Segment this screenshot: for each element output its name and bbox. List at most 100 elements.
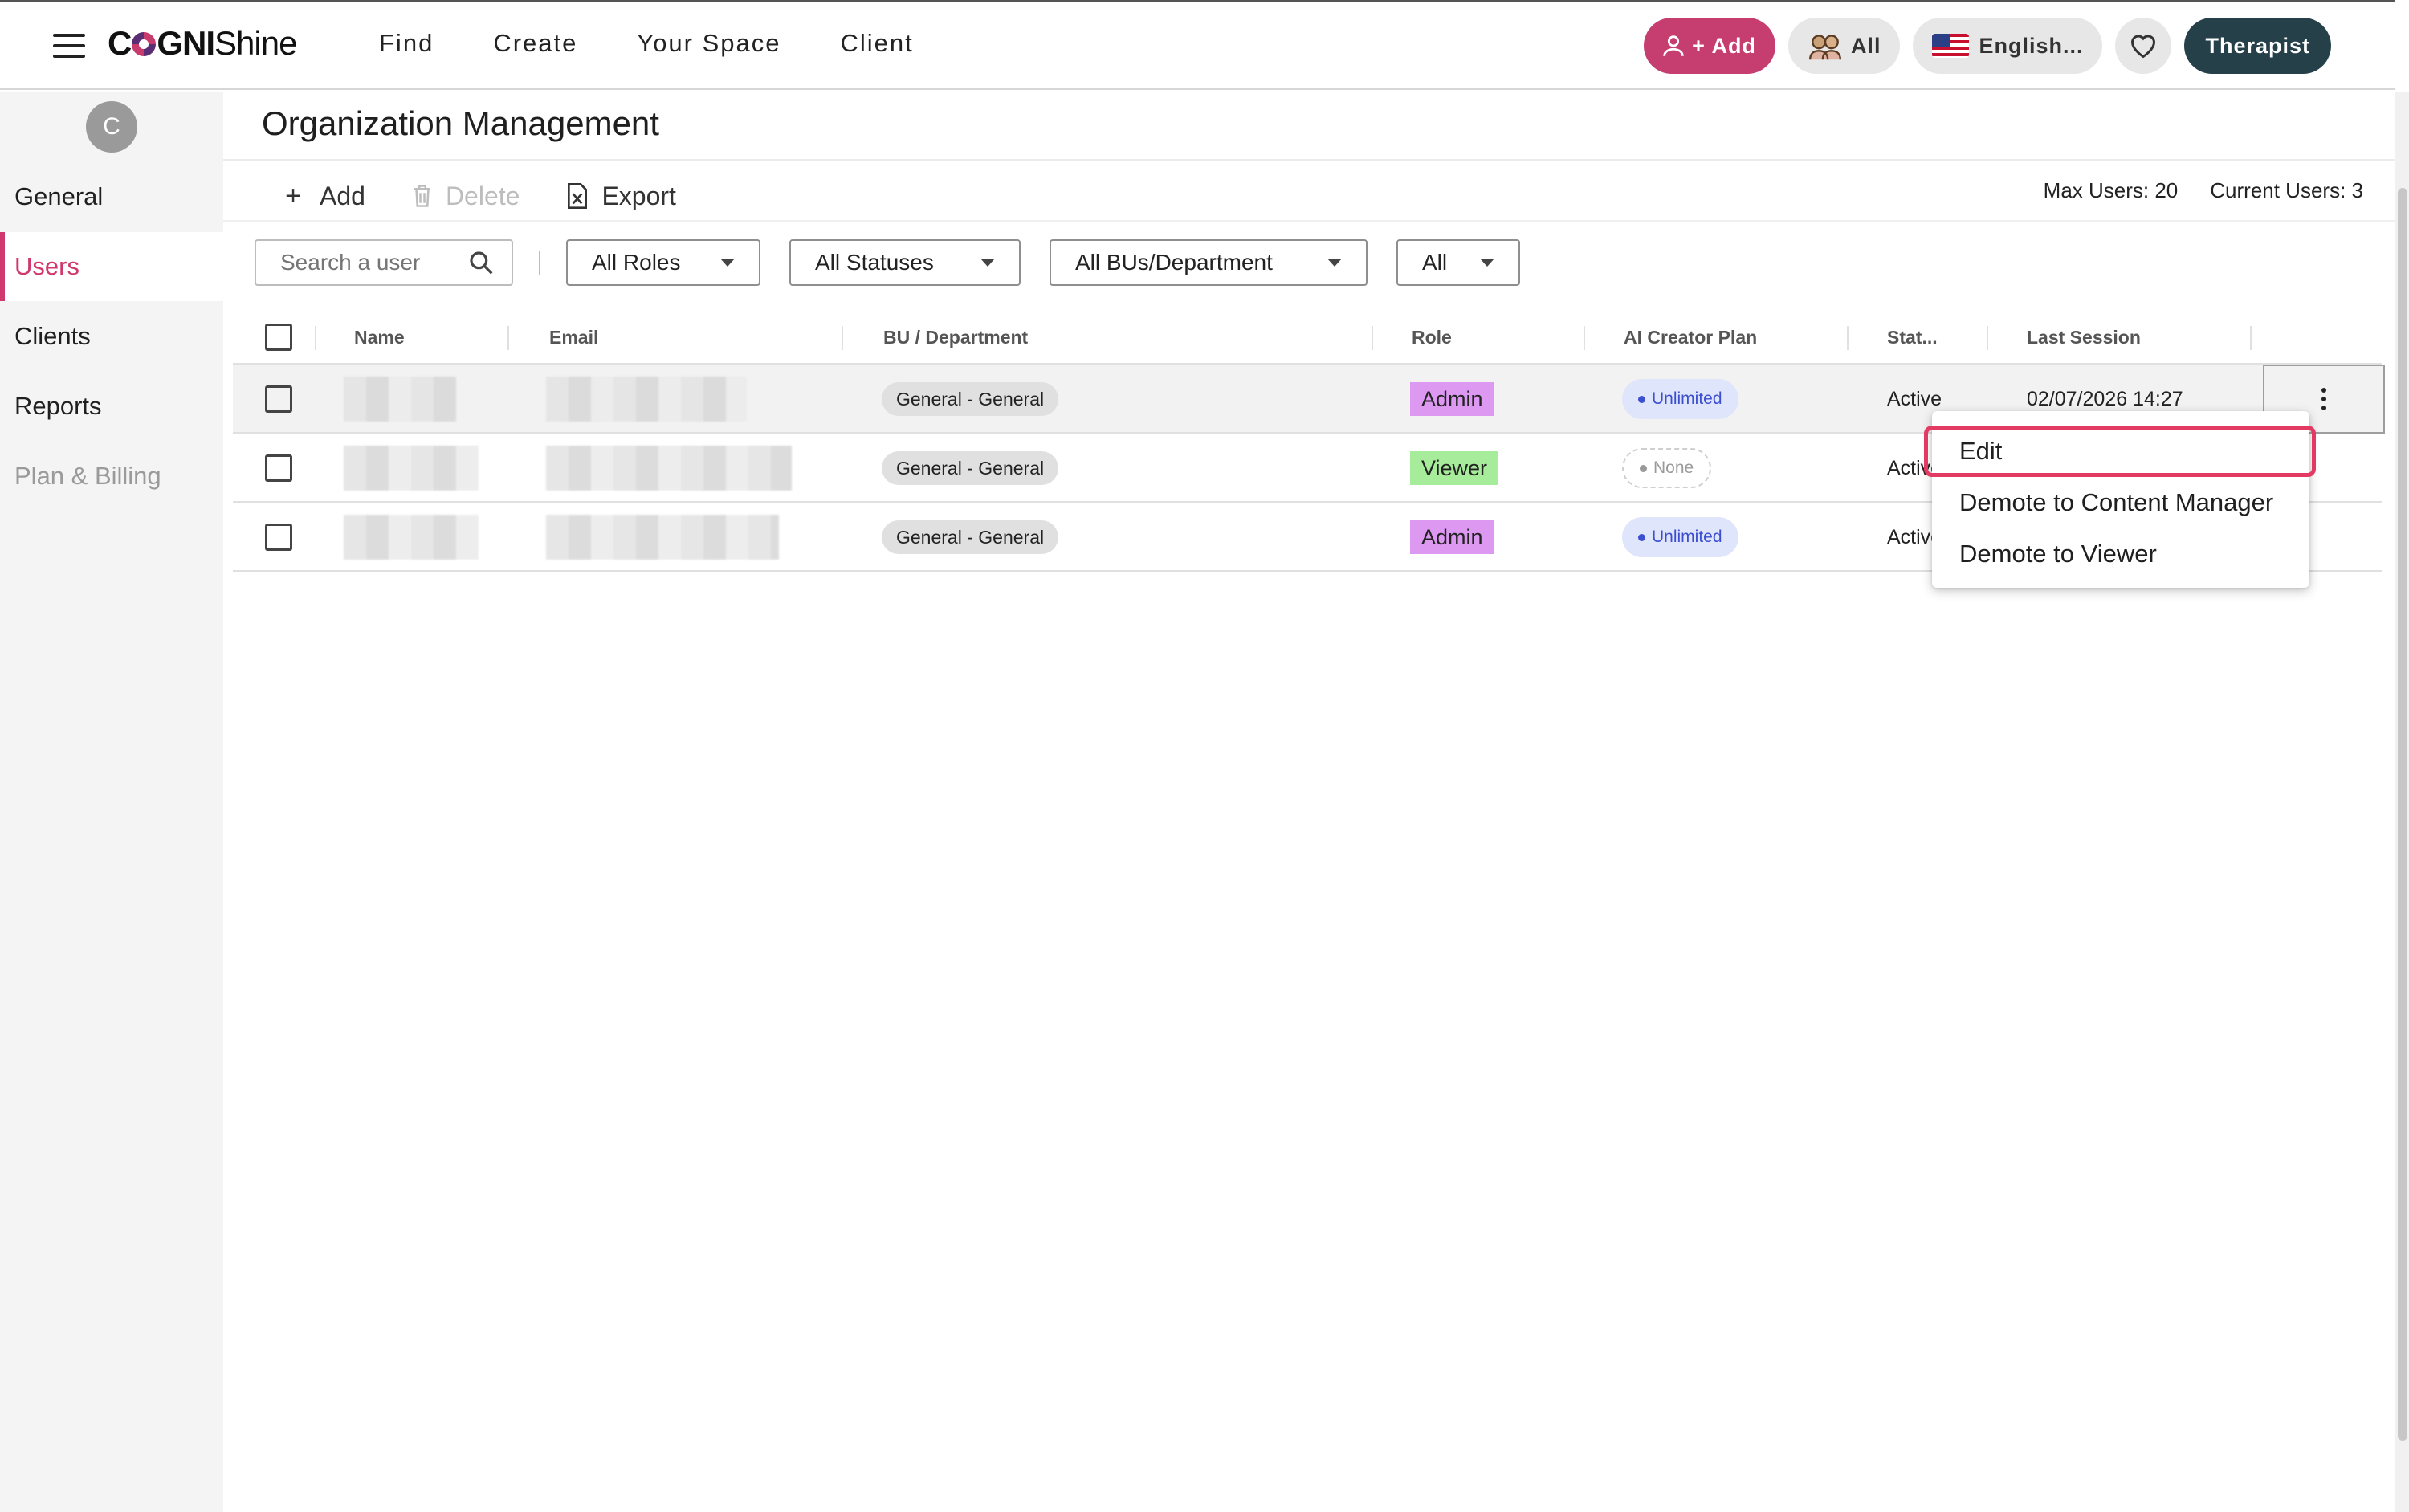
- plan-label: Unlimited: [1652, 528, 1722, 546]
- menu-item-demote-content-manager[interactable]: Demote to Content Manager: [1932, 477, 2309, 528]
- audience-all-button[interactable]: All: [1787, 18, 1901, 74]
- menu-item-edit[interactable]: Edit: [1924, 426, 2316, 477]
- row-checkbox[interactable]: [265, 454, 292, 482]
- column-ai-plan[interactable]: AI Creator Plan: [1624, 310, 1757, 365]
- scrollbar-thumb[interactable]: [2398, 188, 2407, 1441]
- nav-find[interactable]: Find: [379, 29, 434, 58]
- plan-label: Unlimited: [1652, 389, 1722, 408]
- department-filter-value: All BUs/Department: [1075, 250, 1273, 275]
- sidebar-item-reports[interactable]: Reports: [0, 372, 223, 441]
- column-status[interactable]: Stat...: [1887, 310, 1938, 365]
- sidebar-item-general[interactable]: General: [0, 162, 223, 231]
- column-email[interactable]: Email: [549, 310, 598, 365]
- plan-cell: None: [1622, 434, 1712, 503]
- avatar[interactable]: C: [86, 101, 137, 153]
- add-user-button[interactable]: + Add: [279, 181, 365, 212]
- department-cell: General - General: [882, 503, 1059, 572]
- sidebar-item-users[interactable]: Users: [0, 232, 223, 301]
- plus-icon: +: [285, 180, 301, 211]
- excel-file-icon: [568, 183, 588, 209]
- plan-filter-select[interactable]: All: [1396, 239, 1520, 286]
- name-cell: [344, 365, 456, 434]
- select-all-checkbox[interactable]: [265, 324, 292, 351]
- column-divider: [315, 326, 316, 350]
- plan-label: None: [1653, 458, 1694, 477]
- main-nav: Find Create Your Space Client: [379, 29, 914, 58]
- language-selector[interactable]: English...: [1913, 18, 2103, 74]
- scrollbar[interactable]: [2395, 92, 2409, 1512]
- column-divider: [1584, 326, 1585, 350]
- column-name[interactable]: Name: [354, 310, 405, 365]
- department-cell: General - General: [882, 434, 1059, 503]
- trash-icon: [414, 185, 430, 207]
- chevron-down-icon: [1480, 259, 1494, 267]
- heart-icon: [2131, 35, 2156, 59]
- row-checkbox[interactable]: [265, 385, 292, 413]
- row-context-menu: Edit Demote to Content Manager Demote to…: [1924, 411, 2316, 588]
- redacted-name: [344, 377, 456, 422]
- status-dot-icon: [1640, 464, 1647, 472]
- row-checkbox-cell: [265, 434, 292, 503]
- search-input[interactable]: Search a user: [255, 239, 513, 286]
- column-department[interactable]: BU / Department: [883, 310, 1028, 365]
- search-icon[interactable]: [468, 250, 494, 275]
- export-label: Export: [601, 181, 676, 210]
- status-filter-select[interactable]: All Statuses: [789, 239, 1021, 286]
- menu-icon[interactable]: [53, 34, 85, 58]
- logo-prefix: C: [108, 24, 132, 62]
- status-filter-value: All Statuses: [815, 250, 934, 275]
- nav-client[interactable]: Client: [841, 29, 914, 58]
- sidebar-item-plan-billing[interactable]: Plan & Billing: [0, 442, 223, 511]
- filter-separator: [539, 251, 540, 275]
- nav-create[interactable]: Create: [493, 29, 577, 58]
- status-dot-icon: [1638, 395, 1645, 403]
- department-chip: General - General: [882, 520, 1059, 554]
- more-vert-icon[interactable]: [2321, 388, 2326, 410]
- plan-badge: None: [1622, 448, 1712, 488]
- audience-all-label: All: [1850, 33, 1881, 58]
- role-cell: Admin: [1410, 503, 1494, 572]
- language-label: English...: [1979, 33, 2084, 58]
- role-cell: Admin: [1410, 365, 1494, 434]
- add-button[interactable]: + Add: [1644, 18, 1775, 74]
- role-badge: Admin: [1410, 520, 1494, 554]
- row-checkbox-cell: [265, 365, 292, 434]
- nav-your-space[interactable]: Your Space: [637, 29, 781, 58]
- role-switch-button[interactable]: Therapist: [2184, 18, 2331, 74]
- export-button[interactable]: Export: [566, 181, 676, 211]
- redacted-email: [546, 446, 792, 491]
- role-switch-label: Therapist: [2205, 33, 2310, 58]
- department-filter-select[interactable]: All BUs/Department: [1050, 239, 1368, 286]
- delete-button[interactable]: Delete: [412, 181, 520, 211]
- name-cell: [344, 503, 479, 572]
- column-divider: [1987, 326, 1988, 350]
- filter-bar: Search a user All Roles All Statuses All…: [255, 239, 1549, 286]
- redacted-email: [546, 377, 747, 422]
- header-actions: + Add All English... Therapist: [1644, 18, 2331, 74]
- plan-badge: Unlimited: [1622, 517, 1738, 557]
- redacted-name: [344, 515, 479, 560]
- column-role[interactable]: Role: [1412, 310, 1452, 365]
- delete-label: Delete: [445, 181, 520, 210]
- menu-item-demote-viewer[interactable]: Demote to Viewer: [1932, 528, 2309, 580]
- chevron-down-icon: [720, 259, 735, 267]
- add-button-label: + Add: [1692, 33, 1756, 58]
- role-filter-select[interactable]: All Roles: [566, 239, 760, 286]
- user-counts: Max Users: 20 Current Users: 3: [2044, 178, 2363, 203]
- top-bar: C GNIShine Find Create Your Space Client …: [0, 0, 2395, 90]
- name-cell: [344, 434, 479, 503]
- column-last-session[interactable]: Last Session: [2027, 310, 2141, 365]
- logo[interactable]: C GNIShine: [108, 24, 297, 63]
- logo-bold: GNI: [157, 24, 215, 62]
- redacted-email: [546, 515, 779, 560]
- department-cell: General - General: [882, 365, 1059, 434]
- max-users: Max Users: 20: [2043, 178, 2179, 202]
- favorites-button[interactable]: [2115, 18, 2172, 74]
- plan-filter-value: All: [1422, 250, 1448, 275]
- sidebar-item-clients[interactable]: Clients: [0, 302, 223, 371]
- user-icon: [1663, 35, 1684, 56]
- us-flag-icon: [1932, 34, 1970, 58]
- role-badge: Admin: [1410, 382, 1494, 416]
- column-divider: [507, 326, 509, 350]
- row-checkbox[interactable]: [265, 524, 292, 551]
